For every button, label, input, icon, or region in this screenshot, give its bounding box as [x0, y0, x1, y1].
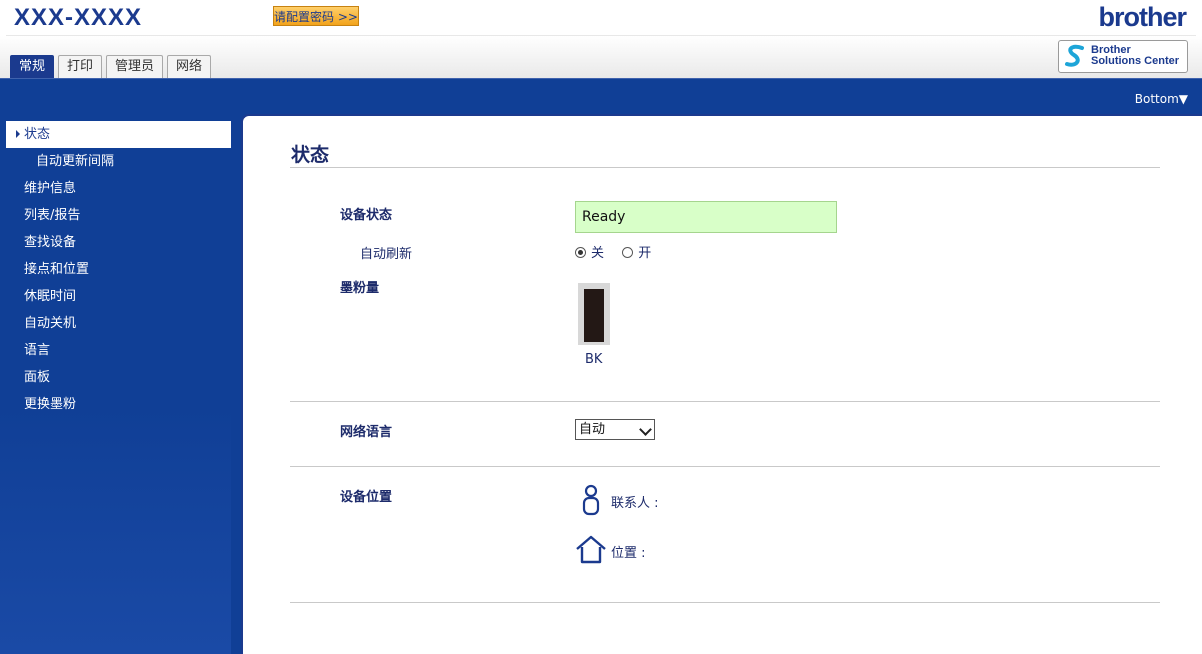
section-divider [290, 602, 1160, 603]
arrow-right-icon [16, 130, 20, 138]
auto-refresh-off-label: 关 [591, 246, 605, 261]
sidebar-item-find-device[interactable]: 查找设备 [0, 229, 231, 256]
content-panel [241, 114, 1202, 654]
toner-level-fill [584, 289, 604, 342]
tab-general[interactable]: 常规 [10, 55, 55, 78]
solutions-center-icon [1065, 44, 1084, 67]
device-status-field: Ready [575, 201, 837, 233]
auto-refresh-options: 关 开 [575, 242, 651, 261]
auto-refresh-on-label: 开 [638, 246, 652, 261]
section-divider [290, 466, 1160, 467]
toner-gauge-bk [578, 283, 610, 345]
section-divider [290, 401, 1160, 402]
sidebar: 状态 自动更新间隔 维护信息 列表/报告 查找设备 接点和位置 休眠时间 自动关… [0, 106, 231, 654]
toner-color-label: BK [585, 352, 603, 367]
web-language-label: 网络语言 [340, 425, 393, 440]
tab-administrator[interactable]: 管理员 [106, 55, 164, 78]
toner-level-label: 墨粉量 [340, 281, 380, 296]
sidebar-item-panel[interactable]: 面板 [0, 364, 231, 391]
sidebar-menu: 状态 自动更新间隔 维护信息 列表/报告 查找设备 接点和位置 休眠时间 自动关… [0, 121, 231, 418]
contact-label: 联系人 : [611, 496, 659, 511]
sidebar-item-replace-toner[interactable]: 更换墨粉 [0, 391, 231, 418]
sidebar-item-auto-refresh-interval[interactable]: 自动更新间隔 [0, 148, 231, 175]
device-location-label: 设备位置 [340, 490, 393, 505]
location-label: 位置 : [611, 546, 646, 561]
title-divider [290, 167, 1160, 168]
configure-password-button[interactable]: 请配置密码 >> [273, 6, 359, 26]
chevron-down-icon [639, 423, 652, 436]
page-title: 状态 [291, 144, 330, 166]
nav-band [0, 78, 1202, 107]
auto-refresh-off-radio[interactable] [575, 247, 586, 258]
sidebar-item-label: 状态 [24, 127, 51, 142]
home-icon [576, 535, 606, 564]
auto-refresh-on-radio[interactable] [622, 247, 634, 258]
web-language-value: 自动 [579, 422, 606, 437]
sidebar-item-auto-power-off[interactable]: 自动关机 [0, 310, 231, 337]
main-tabs: 常规 打印 管理员 网络 [10, 55, 212, 78]
sidebar-item-maintenance-info[interactable]: 维护信息 [0, 175, 231, 202]
solutions-center-line2: Solutions Center [1091, 55, 1180, 67]
device-status-label: 设备状态 [340, 208, 393, 223]
sidebar-item-sleep-time[interactable]: 休眠时间 [0, 283, 231, 310]
model-name: XXX-XXXX [14, 4, 143, 31]
sidebar-item-contact-location[interactable]: 接点和位置 [0, 256, 231, 283]
tab-network[interactable]: 网络 [167, 55, 212, 78]
tab-print[interactable]: 打印 [58, 55, 103, 78]
bottom-link[interactable]: Bottom▼ [1135, 92, 1188, 106]
sidebar-item-lists-reports[interactable]: 列表/报告 [0, 202, 231, 229]
brother-logo[interactable]: brother [1099, 2, 1187, 33]
solutions-center-label: Brother Solutions Center [1091, 45, 1179, 67]
sidebar-item-language[interactable]: 语言 [0, 337, 231, 364]
web-language-select[interactable]: 自动 [575, 419, 655, 440]
person-icon [582, 484, 600, 516]
sidebar-item-status[interactable]: 状态 [6, 121, 231, 148]
brother-solutions-center-button[interactable]: Brother Solutions Center [1058, 40, 1188, 73]
auto-refresh-label: 自动刷新 [360, 247, 413, 262]
